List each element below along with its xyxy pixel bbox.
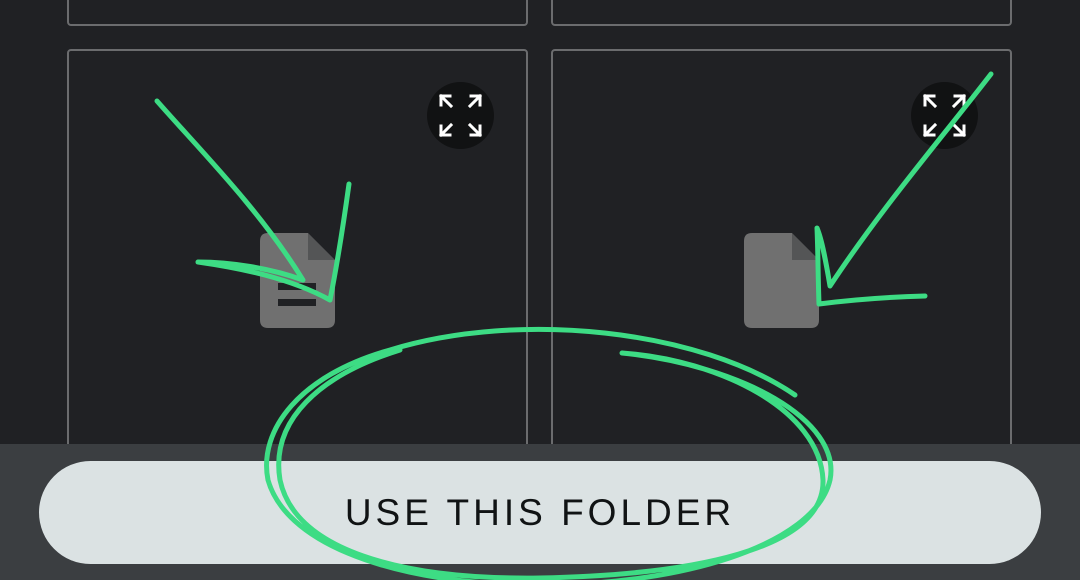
expand-preview-button[interactable] bbox=[911, 82, 978, 149]
file-tile-partial-top-left[interactable] bbox=[67, 0, 528, 26]
file-tile-partial-top-right[interactable] bbox=[551, 0, 1012, 26]
document-icon bbox=[744, 233, 819, 328]
file-tile-left[interactable] bbox=[67, 49, 528, 469]
expand-preview-button[interactable] bbox=[427, 82, 494, 149]
use-this-folder-label: USE THIS FOLDER bbox=[344, 491, 736, 533]
fullscreen-icon bbox=[922, 93, 967, 138]
file-picker-screen: USE THIS FOLDER bbox=[0, 0, 1080, 580]
bottom-action-bar: USE THIS FOLDER bbox=[0, 444, 1080, 580]
fullscreen-icon bbox=[438, 93, 483, 138]
file-tile-right[interactable] bbox=[551, 49, 1012, 469]
document-text-icon bbox=[260, 233, 335, 328]
use-this-folder-button[interactable]: USE THIS FOLDER bbox=[39, 461, 1041, 564]
